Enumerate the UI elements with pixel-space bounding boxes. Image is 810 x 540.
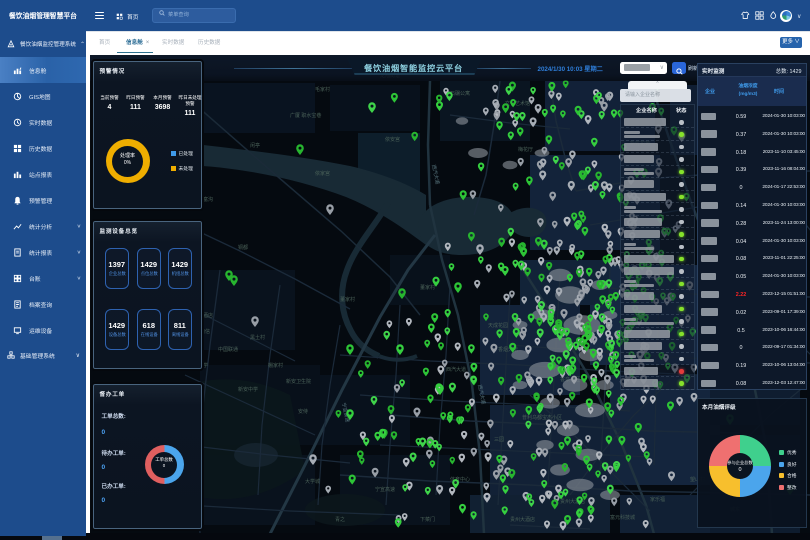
svg-text:安侍: 安侍 [298,408,308,415]
svg-text:下菜门: 下菜门 [420,516,435,523]
svg-text:家乐福: 家乐福 [650,496,665,503]
svg-text:毛家村: 毛家村 [315,86,330,93]
svg-text:富元科技城: 富元科技城 [610,514,635,521]
svg-text:贵州大酒店: 贵州大酒店 [510,516,535,523]
svg-text:大学城: 大学城 [305,478,320,485]
svg-text:梅花厅: 梅花厅 [518,146,533,153]
svg-text:棚家村: 棚家村 [268,362,283,369]
svg-text:广厦 职水宝巷: 广厦 职水宝巷 [290,112,321,119]
svg-text:新安中学: 新安中学 [238,386,258,393]
svg-text:闲亭: 闲亭 [250,142,260,149]
svg-text:铜都: 铜都 [238,244,248,251]
svg-text:董家村: 董家村 [340,296,355,303]
svg-text:宁宣高速: 宁宣高速 [375,486,395,493]
svg-text:天成花园: 天成花园 [488,322,508,329]
svg-text:西汽大道: 西汽大道 [446,366,466,373]
svg-text:普利乌都宝杰小区: 普利乌都宝杰小区 [522,414,562,421]
svg-text:青之: 青之 [335,516,345,523]
svg-text:依家宫: 依家宫 [315,170,330,177]
svg-text:董家村: 董家村 [420,284,435,291]
svg-text:中国联通: 中国联通 [218,346,238,353]
svg-text:三园: 三园 [494,437,504,443]
svg-text:新安卫生院: 新安卫生院 [286,378,311,385]
svg-text:黑土村: 黑土村 [250,334,265,341]
svg-text:依安宫: 依安宫 [385,136,400,143]
